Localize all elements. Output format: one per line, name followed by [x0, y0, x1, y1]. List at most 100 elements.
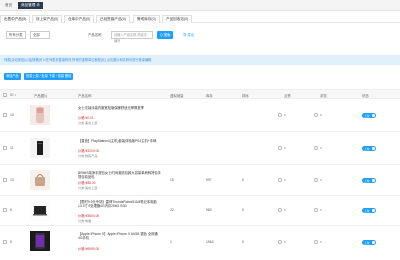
table-row[interactable]: 10 女士无袖泳装衣服宽松版保暖舒适无摩擦夏季 价格:¥0.01 分类:美妆上装…	[0, 99, 400, 132]
tab-home[interactable]: 首页	[2, 2, 15, 9]
product-category: 分类:美妆上装	[78, 186, 98, 190]
product-thumbnail[interactable]	[30, 201, 50, 221]
col-status: 状态	[362, 94, 369, 98]
product-thumbnail[interactable]	[30, 170, 50, 190]
status-label: 上架	[364, 208, 370, 213]
laptop-image	[30, 201, 50, 221]
status-toggle[interactable]: 上架	[362, 113, 376, 118]
tab-on-sale[interactable]: 出售中产品(5)	[0, 15, 31, 23]
virtual-sales[interactable]: 1	[170, 240, 172, 244]
likes-radio[interactable]	[278, 240, 282, 244]
top-tab-bar: 首页 商品管理 ⊗	[0, 0, 400, 11]
views-radio[interactable]	[314, 146, 318, 150]
row-checkbox[interactable]	[3, 208, 7, 212]
likes-count: 0	[284, 208, 286, 212]
search-form: 所有分类 全部 产品名称 请输入产品名称,关键字,编号 Q 搜索 导 导出	[0, 29, 400, 43]
likes-radio[interactable]	[278, 208, 282, 212]
tab-warehouse[interactable]: 仓库中产品(0)	[64, 15, 95, 23]
col-likes: 点赞	[284, 94, 291, 98]
product-category: 分类:美妆上装	[78, 121, 98, 125]
tab-stock-alert[interactable]: 警戒库存(0)	[133, 15, 160, 23]
col-image: 产品图片	[34, 94, 48, 98]
product-name[interactable]: BRMIS纯净手提包女士时尚潮流包款大容量单肩斜挎包手提包精品包	[78, 171, 162, 179]
product-name[interactable]: 【直营】PlayStation4(主机)套装体验版PS4主机+手柄	[78, 139, 162, 143]
phone-image	[30, 231, 50, 251]
table-row[interactable]: 5 【Apple iPhone X】Apple iPhone X 64GB 银色…	[0, 226, 400, 260]
product-thumbnail[interactable]	[30, 231, 50, 251]
product-thumbnail[interactable]	[30, 105, 50, 125]
row-id: 11	[10, 146, 14, 150]
views-count: 0	[320, 208, 322, 212]
console-image	[30, 138, 50, 158]
row-checkbox[interactable]	[3, 146, 7, 150]
stock[interactable]: 983	[206, 208, 212, 212]
row-checkbox[interactable]	[3, 113, 7, 117]
product-price: 价格:¥6999.00	[78, 247, 100, 251]
product-thumbnail[interactable]	[30, 138, 50, 158]
views-count: 0	[320, 178, 322, 182]
product-name-input[interactable]: 请输入产品名称,关键字,编号	[111, 31, 153, 43]
views-radio[interactable]	[314, 240, 318, 244]
views-radio[interactable]	[314, 178, 318, 182]
tab-recycle-bin[interactable]: 产品回收站(0)	[162, 15, 193, 23]
status-toggle[interactable]: 上架	[362, 178, 376, 183]
sort-order[interactable]: 0	[242, 240, 244, 244]
col-sales: 虚拟销量	[170, 94, 184, 98]
info-notice: 列表[活动按钮]以及[规格]可以在列表页直接修改 所有的金额单位都是[元] 点击…	[0, 55, 400, 65]
row-id: 6	[10, 208, 12, 212]
views-count: 0	[320, 113, 322, 117]
likes-count: 0	[284, 113, 286, 117]
stock[interactable]: 997	[206, 178, 212, 182]
product-name[interactable]: 【限时9.9元专场】雷神ThundeRobot911M笔记本电脑13.3寸i7处…	[78, 200, 162, 208]
sort-order[interactable]: 0	[242, 208, 244, 212]
status-toggle[interactable]: 上架	[362, 208, 376, 213]
search-button[interactable]: Q 搜索	[157, 31, 174, 39]
handbag-image	[30, 170, 50, 190]
likes-count: 0	[284, 178, 286, 182]
likes-count: 0	[284, 146, 286, 150]
views-count: 0	[320, 240, 322, 244]
views-count: 0	[320, 146, 322, 150]
export-button[interactable]: 导 导出	[180, 31, 197, 39]
table-row[interactable]: 11 【直营】PlayStation4(主机)套装体验版PS4主机+手柄 价格:…	[0, 132, 400, 165]
col-id[interactable]: ID ↕	[10, 93, 16, 97]
product-name[interactable]: 【Apple iPhone X】Apple iPhone X 64GB 银色 全…	[78, 232, 162, 240]
views-radio[interactable]	[314, 113, 318, 117]
select-all-checkbox[interactable]	[3, 93, 7, 97]
status-label: 上架	[364, 146, 370, 151]
tab-sold-out[interactable]: 已经售馨产品(0)	[96, 15, 130, 23]
add-product-button[interactable]: 添加产品	[4, 73, 21, 80]
virtual-sales[interactable]: 15	[170, 178, 174, 182]
product-name[interactable]: 女士无袖泳装衣服宽松版保暖舒适无摩擦夏季	[78, 106, 162, 110]
tab-pending[interactable]: 待上架产品(0)	[32, 15, 63, 23]
swimwear-image	[30, 105, 50, 125]
product-category: 分类:数码产品	[78, 154, 98, 158]
product-status-tabs: 出售中产品(5) 待上架产品(0) 仓库中产品(0) 已经售馨产品(0) 警戒库…	[0, 13, 400, 23]
status-label: 上架	[364, 240, 370, 245]
views-radio[interactable]	[314, 208, 318, 212]
row-id: 13	[10, 178, 14, 182]
type-select[interactable]: 全部	[30, 31, 50, 39]
row-checkbox[interactable]	[3, 240, 7, 244]
batch-action-button[interactable]: 批量上架 / 批量 下架 / 批量 删除	[24, 73, 74, 80]
row-id: 5	[10, 240, 12, 244]
sort-order[interactable]: 0	[242, 178, 244, 182]
likes-radio[interactable]	[278, 146, 282, 150]
category-select[interactable]: 所有分类	[6, 31, 26, 39]
product-category: 分类:电脑	[78, 219, 92, 223]
table-row[interactable]: 6 【限时9.9元专场】雷神ThundeRobot911M笔记本电脑13.3寸i…	[0, 196, 400, 226]
table-header: ID ↕ 产品图片 产品名称 虚拟销量 库存 排序 点赞 浏览 状态	[0, 89, 400, 99]
col-views: 浏览	[320, 94, 327, 98]
virtual-sales[interactable]: 22	[170, 208, 174, 212]
status-toggle[interactable]: 上架	[362, 146, 376, 151]
stock[interactable]: 1963	[206, 240, 214, 244]
table-row[interactable]: 13 BRMIS纯净手提包女士时尚潮流包款大容量单肩斜挎包手提包精品包 价格:¥…	[0, 165, 400, 196]
status-label: 上架	[364, 113, 370, 118]
likes-radio[interactable]	[278, 113, 282, 117]
tab-product-management[interactable]: 商品管理 ⊗	[18, 2, 43, 9]
status-toggle[interactable]: 上架	[362, 240, 376, 245]
col-name: 产品名称	[78, 94, 92, 98]
row-checkbox[interactable]	[3, 178, 7, 182]
likes-radio[interactable]	[278, 178, 282, 182]
row-id: 10	[10, 113, 14, 117]
